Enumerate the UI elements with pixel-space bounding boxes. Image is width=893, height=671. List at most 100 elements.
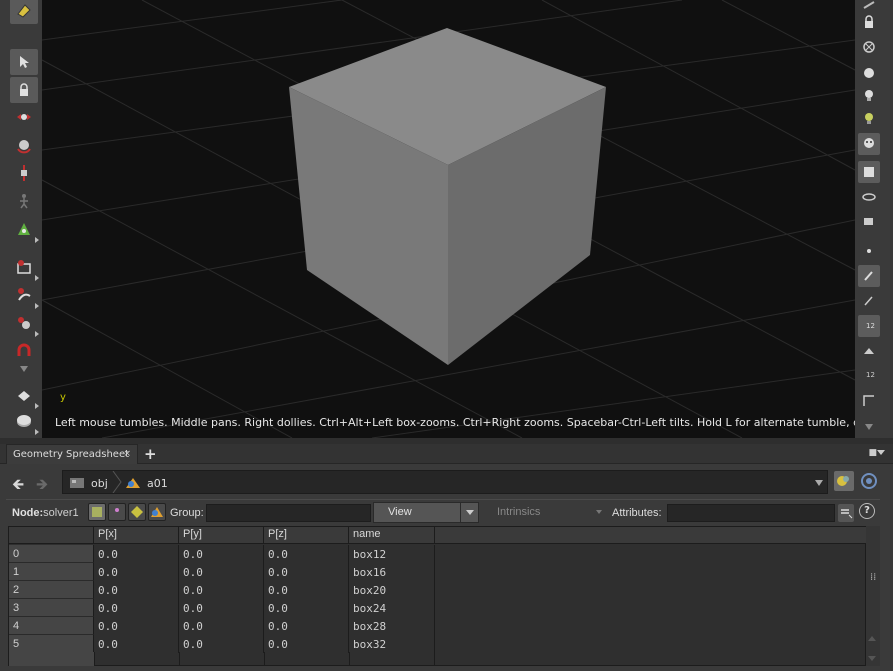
table-cell[interactable]: 0.0 (94, 563, 179, 581)
table-cell[interactable]: box24 (349, 599, 435, 617)
pane-menu-icon[interactable] (877, 450, 885, 455)
table-cell[interactable]: 0.0 (179, 617, 264, 635)
row-index[interactable]: 0 (9, 545, 94, 563)
link-icon[interactable] (859, 471, 879, 491)
render-icon[interactable] (10, 382, 39, 409)
camera-icon[interactable] (10, 254, 39, 281)
rotate-icon[interactable] (10, 132, 38, 158)
camera-view-icon[interactable] (858, 210, 880, 232)
number-icon[interactable]: 12 (858, 315, 880, 337)
view-dropdown[interactable]: View (373, 502, 479, 523)
table-cell[interactable]: 0.0 (179, 635, 264, 653)
detail-filter-icon[interactable] (148, 503, 166, 521)
primitives-filter-icon[interactable] (128, 503, 146, 521)
vertical-scrollbar[interactable] (866, 526, 880, 666)
row-index[interactable]: 4 (9, 617, 94, 635)
row-index[interactable]: 2 (9, 581, 94, 599)
lock-icon[interactable] (858, 11, 880, 33)
path-field[interactable]: obj a01 (62, 470, 828, 494)
eye-icon[interactable] (858, 186, 880, 208)
wire-icon[interactable] (858, 36, 880, 58)
table-cell[interactable]: 0.0 (264, 545, 349, 563)
row-index[interactable]: 3 (9, 599, 94, 617)
table-cell[interactable]: 0.0 (264, 599, 349, 617)
column-header-index[interactable] (9, 527, 94, 543)
ghost-icon[interactable] (858, 133, 880, 155)
pose-tool-icon[interactable] (10, 216, 39, 243)
table-cell[interactable]: 0.0 (179, 581, 264, 599)
table-row[interactable]: 3 0.0 0.0 0.0 box24 (9, 599, 867, 617)
column-header-py[interactable]: P[y] (179, 527, 264, 543)
help-icon[interactable]: ? (859, 503, 875, 519)
column-header-px[interactable]: P[x] (94, 527, 179, 543)
pin-icon[interactable] (834, 471, 854, 491)
pose-icon[interactable] (10, 188, 38, 214)
group-input[interactable] (206, 504, 371, 522)
background-icon[interactable] (858, 161, 880, 183)
vector-icon[interactable] (858, 340, 880, 362)
pane-maximize-icon[interactable]: ■ (868, 448, 877, 458)
pen-icon[interactable] (858, 265, 880, 287)
edge-icon[interactable] (858, 390, 880, 412)
light-icon[interactable] (858, 108, 880, 130)
more-icon[interactable] (858, 416, 880, 438)
column-header-pz[interactable]: P[z] (264, 527, 349, 543)
attributes-menu-icon[interactable] (838, 504, 854, 522)
table-cell[interactable]: box28 (349, 617, 435, 635)
table-cell[interactable]: 0.0 (264, 563, 349, 581)
back-icon[interactable]: 🡸 (12, 474, 24, 499)
column-header-name[interactable]: name (349, 527, 435, 543)
tab-geometry-spreadsheet[interactable]: Geometry Spreadsheet × (6, 444, 138, 464)
vertices-filter-icon[interactable] (108, 503, 126, 521)
add-tab-icon[interactable]: + (144, 445, 157, 463)
disk-icon[interactable] (10, 408, 39, 435)
table-cell[interactable]: box20 (349, 581, 435, 599)
point-icon[interactable] (858, 240, 880, 262)
table-cell[interactable]: 0.0 (179, 563, 264, 581)
table-cell[interactable]: 0.0 (94, 545, 179, 563)
forward-icon[interactable]: 🡺 (36, 474, 48, 499)
table-cell[interactable]: box32 (349, 635, 435, 653)
scroll-down-icon[interactable] (868, 656, 876, 661)
move-icon[interactable] (10, 104, 38, 130)
attributes-input[interactable] (667, 504, 835, 522)
table-cell[interactable]: 0.0 (94, 581, 179, 599)
row-index[interactable]: 5 (9, 635, 94, 653)
grip-icon[interactable]: ⁞⁞ (870, 572, 876, 583)
spreadsheet-table[interactable]: P[x] P[y] P[z] name 0 0.0 0.0 0.0 box12 1 0.0 0… (8, 526, 867, 666)
brush-icon[interactable] (10, 282, 39, 309)
magnet-icon[interactable] (10, 338, 38, 364)
crumb-obj[interactable]: obj (69, 475, 108, 491)
table-cell[interactable]: 0.0 (179, 599, 264, 617)
table-cell[interactable]: box16 (349, 563, 435, 581)
toolbar-more-icon[interactable] (10, 362, 38, 376)
handle-tool-icon[interactable] (10, 0, 38, 24)
table-cell[interactable]: 0.0 (179, 545, 264, 563)
select-icon[interactable] (10, 49, 38, 75)
table-cell[interactable]: 0.0 (264, 581, 349, 599)
chevron-down-icon[interactable] (815, 480, 823, 486)
table-row[interactable]: 4 0.0 0.0 0.0 box28 (9, 617, 867, 635)
table-cell[interactable]: 0.0 (264, 635, 349, 653)
3d-viewport[interactable]: y Left mouse tumbles. Middle pans. Right… (42, 0, 855, 438)
crumb-a01[interactable]: a01 (125, 475, 168, 491)
number-alt-icon[interactable]: 12 (858, 364, 880, 386)
sculpt-icon[interactable] (10, 310, 39, 337)
close-icon[interactable]: × (123, 449, 131, 459)
pencil-icon[interactable] (858, 290, 880, 312)
table-cell[interactable]: 0.0 (94, 617, 179, 635)
row-index[interactable]: 1 (9, 563, 94, 581)
points-filter-icon[interactable] (88, 503, 106, 521)
scroll-up-icon[interactable] (868, 636, 876, 641)
scale-icon[interactable] (10, 160, 38, 186)
table-row[interactable]: 2 0.0 0.0 0.0 box20 (9, 581, 867, 599)
table-row[interactable]: 0 0.0 0.0 0.0 box12 (9, 545, 867, 563)
lock-view-icon[interactable] (10, 77, 38, 103)
table-cell[interactable]: box12 (349, 545, 435, 563)
display-icon[interactable] (858, 62, 880, 84)
table-cell[interactable]: 0.0 (264, 617, 349, 635)
table-cell[interactable]: 0.0 (94, 635, 179, 653)
bulb-icon[interactable] (858, 85, 880, 107)
table-cell[interactable]: 0.0 (94, 599, 179, 617)
table-row[interactable]: 1 0.0 0.0 0.0 box16 (9, 563, 867, 581)
